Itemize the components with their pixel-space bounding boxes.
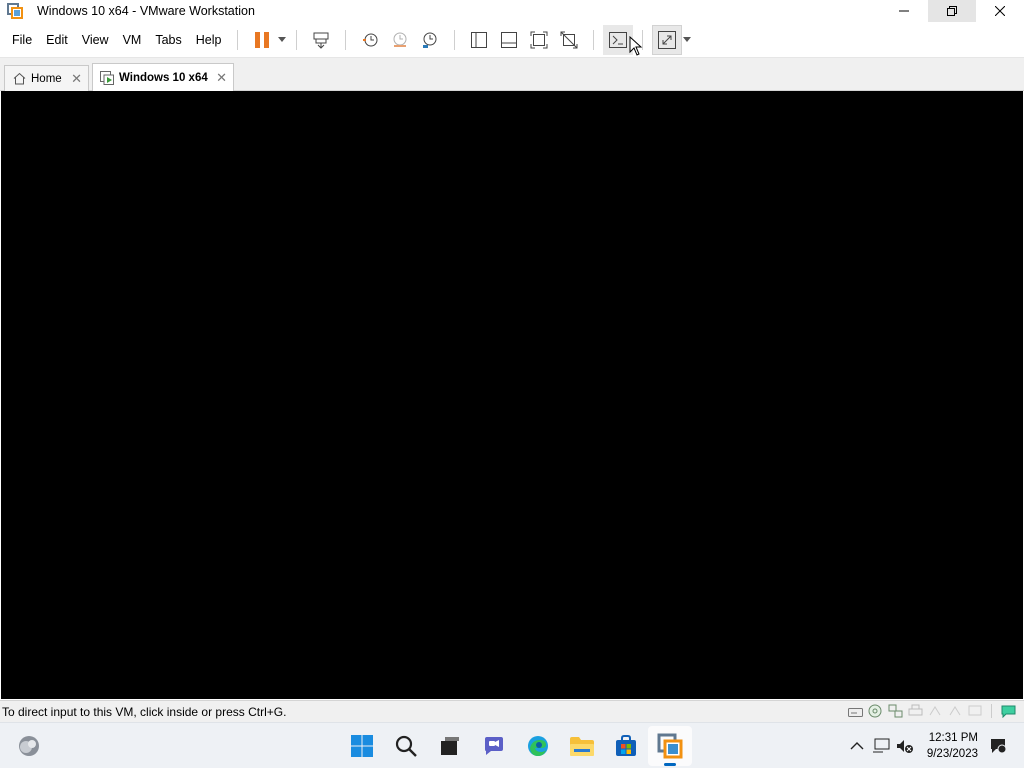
status-separator bbox=[991, 704, 992, 718]
restore-icon bbox=[947, 6, 957, 16]
tab-home[interactable]: Home ✕ bbox=[4, 65, 89, 91]
full-screen-button[interactable] bbox=[524, 25, 554, 55]
thumbnail-icon bbox=[501, 31, 518, 48]
toolbar-separator bbox=[296, 29, 298, 50]
library-icon bbox=[471, 31, 488, 48]
menu-file[interactable]: File bbox=[5, 22, 39, 58]
file-explorer-button[interactable] bbox=[560, 726, 604, 766]
vm-display[interactable] bbox=[1, 91, 1023, 699]
full-screen-icon bbox=[530, 31, 548, 48]
send-ctrl-alt-del-button[interactable] bbox=[306, 25, 336, 55]
status-message: To direct input to this VM, click inside… bbox=[2, 704, 287, 719]
tab-label: Windows 10 x64 bbox=[119, 71, 208, 84]
minimize-icon bbox=[899, 10, 909, 12]
revert-snapshot-icon bbox=[393, 32, 407, 47]
close-tab-icon[interactable]: ✕ bbox=[216, 70, 227, 86]
chevron-down-icon bbox=[278, 37, 287, 42]
chevron-up-icon[interactable] bbox=[845, 734, 869, 758]
hard-disk-icon[interactable] bbox=[847, 703, 863, 719]
file-explorer-icon bbox=[570, 737, 594, 756]
send-ctrl-alt-del-icon bbox=[313, 32, 329, 49]
clock-time: 12:31 PM bbox=[928, 732, 978, 744]
tab-label: Home bbox=[31, 72, 62, 85]
vmware-icon bbox=[657, 733, 683, 759]
sound-card-icon[interactable] bbox=[947, 703, 963, 719]
edge-icon bbox=[528, 736, 548, 756]
chevron-down-icon bbox=[683, 37, 692, 42]
power-dropdown-arrow[interactable] bbox=[277, 25, 287, 55]
unity-button[interactable] bbox=[554, 25, 584, 55]
tab-windows-10-x64[interactable]: Windows 10 x64 ✕ bbox=[92, 63, 234, 91]
home-icon bbox=[12, 72, 26, 86]
revert-snapshot-button[interactable] bbox=[385, 25, 415, 55]
vm-icon bbox=[100, 70, 114, 85]
toolbar-separator bbox=[593, 29, 595, 50]
task-view-icon bbox=[441, 737, 459, 755]
mouse-pointer-icon bbox=[629, 36, 643, 56]
stretch-guest-button[interactable] bbox=[652, 24, 683, 55]
task-view-button[interactable] bbox=[428, 726, 472, 766]
minimize-button[interactable] bbox=[880, 0, 928, 22]
vmware-logo-icon[interactable] bbox=[7, 3, 23, 19]
menu-toolbar: File Edit View VM Tabs Help bbox=[0, 22, 1024, 58]
close-icon bbox=[995, 6, 1005, 16]
title-bar: Windows 10 x64 - VMware Workstation bbox=[0, 0, 1024, 22]
menu-edit[interactable]: Edit bbox=[39, 22, 75, 58]
edge-button[interactable] bbox=[516, 726, 560, 766]
network-icon[interactable] bbox=[869, 734, 893, 758]
store-button[interactable] bbox=[604, 726, 648, 766]
cd-dvd-icon[interactable] bbox=[867, 703, 883, 719]
snapshot-manager-icon bbox=[423, 32, 437, 48]
take-snapshot-button[interactable] bbox=[355, 25, 385, 55]
unity-icon bbox=[560, 31, 578, 48]
start-button[interactable] bbox=[340, 726, 384, 766]
menu-tabs[interactable]: Tabs bbox=[148, 22, 188, 58]
toolbar-separator bbox=[454, 29, 456, 50]
pause-icon bbox=[255, 31, 270, 48]
start-icon bbox=[351, 735, 373, 757]
taskbar: 12:31 PM 9/23/2023 bbox=[0, 722, 1024, 768]
search-button[interactable] bbox=[384, 726, 428, 766]
menu-help[interactable]: Help bbox=[189, 22, 229, 58]
close-tab-icon[interactable]: ✕ bbox=[71, 71, 82, 87]
message-log-icon[interactable] bbox=[1000, 703, 1016, 719]
snapshot-manager-button[interactable] bbox=[415, 25, 445, 55]
stretch-dropdown-arrow[interactable] bbox=[682, 25, 692, 55]
display-icon[interactable] bbox=[967, 703, 983, 719]
clock[interactable]: 12:31 PM 9/23/2023 bbox=[927, 730, 978, 762]
chat-button[interactable] bbox=[472, 726, 516, 766]
vmware-taskbar-button[interactable] bbox=[648, 726, 692, 766]
tab-strip: Home ✕ Windows 10 x64 ✕ bbox=[0, 58, 1024, 91]
pause-button[interactable] bbox=[247, 25, 277, 55]
stretch-guest-icon bbox=[658, 30, 677, 49]
printer-icon[interactable] bbox=[907, 703, 923, 719]
toolbar-separator bbox=[237, 29, 239, 50]
network-adapter-icon[interactable] bbox=[887, 703, 903, 719]
window-title: Windows 10 x64 - VMware Workstation bbox=[37, 4, 255, 18]
restore-button[interactable] bbox=[928, 0, 976, 22]
status-bar: To direct input to this VM, click inside… bbox=[0, 700, 1024, 722]
menu-view[interactable]: View bbox=[75, 22, 116, 58]
show-thumbnail-bar-button[interactable] bbox=[494, 25, 524, 55]
notification-icon[interactable] bbox=[986, 734, 1010, 758]
console-view-icon bbox=[609, 31, 628, 48]
device-icons bbox=[847, 703, 1016, 719]
search-icon bbox=[395, 735, 417, 757]
usb-icon[interactable] bbox=[927, 703, 943, 719]
close-button[interactable] bbox=[976, 0, 1024, 22]
system-tray: 12:31 PM 9/23/2023 bbox=[845, 723, 1024, 769]
toolbar-separator bbox=[345, 29, 347, 50]
show-library-button[interactable] bbox=[464, 25, 494, 55]
chat-icon bbox=[485, 737, 503, 755]
snapshot-icon bbox=[363, 33, 378, 46]
weather-icon[interactable] bbox=[17, 734, 41, 758]
clock-date: 9/23/2023 bbox=[926, 748, 978, 760]
menu-vm[interactable]: VM bbox=[116, 22, 149, 58]
store-icon bbox=[616, 735, 636, 756]
volume-muted-icon[interactable] bbox=[893, 734, 917, 758]
